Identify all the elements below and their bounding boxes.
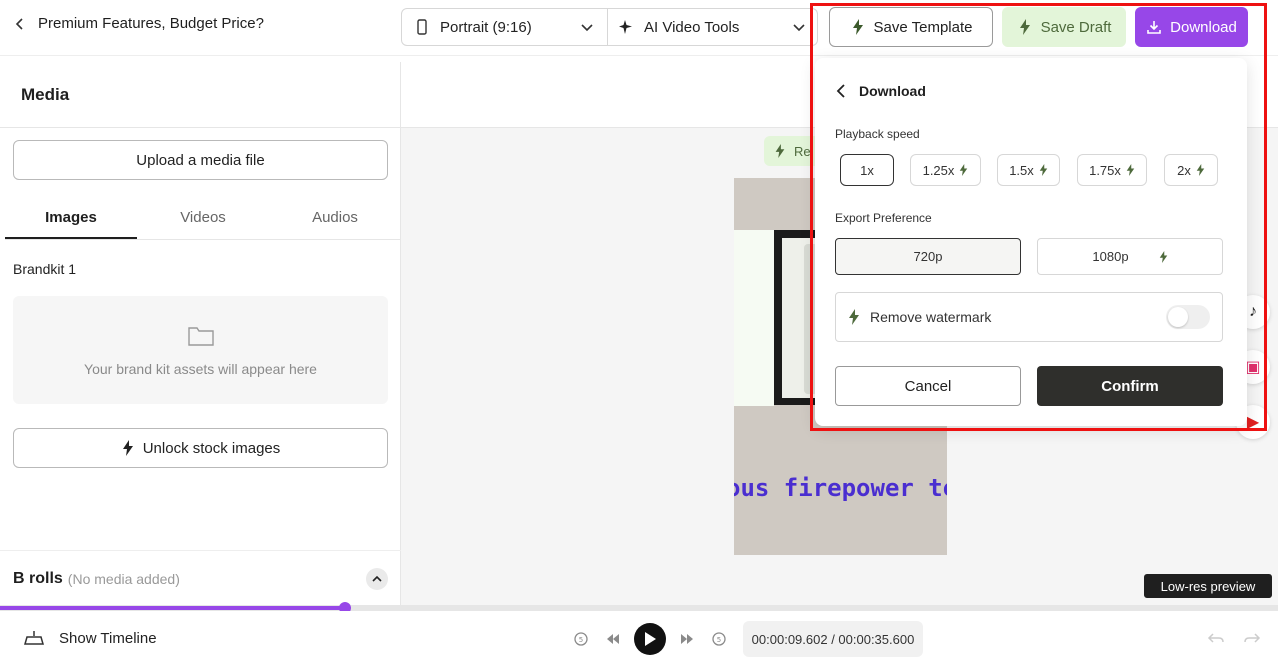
download-popover: Download Playback speed 1x 1.25x 1.5x 1.…: [815, 58, 1247, 426]
playback-controls: 5 5: [570, 623, 730, 655]
save-template-button[interactable]: Save Template: [829, 7, 993, 47]
brolls-subtitle: (No media added): [67, 570, 180, 587]
unlock-label: Unlock stock images: [142, 439, 281, 457]
phone-icon: [417, 19, 427, 35]
play-icon: [645, 632, 656, 646]
lowres-preview-badge: Low-res preview: [1144, 574, 1272, 598]
resolution-option-720p[interactable]: 720p: [835, 238, 1021, 275]
bolt-icon: [1039, 164, 1048, 176]
next-icon[interactable]: [676, 628, 698, 650]
speed-label: 1.75x: [1089, 162, 1121, 178]
chevron-up-icon: [372, 575, 382, 582]
timecode-display: 00:00:09.602 / 00:00:35.600: [743, 621, 923, 657]
download-button[interactable]: Download: [1135, 7, 1248, 47]
chevron-left-icon: [15, 17, 23, 30]
save-draft-label: Save Draft: [1040, 18, 1112, 36]
orientation-label: Portrait (9:16): [440, 18, 532, 36]
speed-label: 1x: [860, 162, 874, 178]
speed-label: 2x: [1177, 162, 1191, 178]
download-popover-title: Download: [859, 83, 926, 99]
bottom-bar: Show Timeline 5 5 00:00:09.602 / 00:00:3…: [0, 611, 1278, 669]
brolls-collapse-button[interactable]: [366, 567, 388, 590]
speed-option-1-5x[interactable]: 1.5x: [997, 154, 1060, 186]
download-label: Download: [1170, 18, 1237, 36]
forward-5-icon[interactable]: 5: [708, 628, 730, 650]
chevron-left-icon: [836, 84, 845, 98]
bolt-icon: [1159, 250, 1167, 263]
chevron-down-icon: [581, 24, 593, 32]
remove-watermark-label: Remove watermark: [870, 309, 992, 325]
bolt-icon: [1196, 164, 1205, 176]
bolt-icon: [852, 19, 863, 35]
previous-icon[interactable]: [602, 628, 624, 650]
save-draft-button[interactable]: Save Draft: [1002, 7, 1126, 47]
play-button[interactable]: [634, 623, 666, 655]
speed-option-2x[interactable]: 2x: [1164, 154, 1218, 186]
svg-text:5: 5: [579, 636, 583, 644]
svg-text:5: 5: [717, 636, 721, 644]
show-timeline-label: Show Timeline: [59, 629, 157, 647]
playback-speed-label: Playback speed: [835, 127, 920, 141]
chevron-down-icon: [793, 24, 805, 32]
brandkit-empty-state: Your brand kit assets will appear here: [13, 296, 388, 404]
confirm-button[interactable]: Confirm: [1037, 366, 1223, 406]
resolution-label: 720p: [913, 249, 943, 264]
ai-tools-select[interactable]: AI Video Tools: [608, 8, 818, 46]
project-title: Premium Features, Budget Price?: [38, 15, 264, 32]
resolution-label: 1080p: [1092, 249, 1129, 264]
speed-option-1-75x[interactable]: 1.75x: [1077, 154, 1147, 186]
brandkit-empty-text: Your brand kit assets will appear here: [84, 361, 317, 377]
bolt-icon: [849, 309, 859, 325]
bolt-icon: [122, 440, 133, 456]
remove-watermark-toggle[interactable]: [1166, 305, 1210, 329]
rewind-5-icon[interactable]: 5: [570, 628, 592, 650]
bolt-icon: [775, 144, 785, 158]
remove-watermark-row: Remove watermark: [835, 292, 1223, 342]
tab-images[interactable]: Images: [5, 202, 137, 239]
toggle-knob: [1168, 307, 1188, 327]
bolt-icon: [960, 164, 968, 176]
undo-icon[interactable]: [1207, 630, 1227, 648]
top-bar: Premium Features, Budget Price? Portrait…: [0, 0, 1278, 56]
tab-videos[interactable]: Videos: [137, 202, 269, 239]
orientation-select[interactable]: Portrait (9:16): [401, 8, 608, 46]
folder-icon: [187, 327, 214, 346]
cancel-button[interactable]: Cancel: [835, 366, 1021, 406]
bolt-icon: [1019, 19, 1030, 35]
speed-option-1x[interactable]: 1x: [840, 154, 894, 186]
media-panel-title: Media: [0, 62, 400, 128]
media-panel: Media Upload a media file Images Videos …: [0, 62, 401, 606]
download-popover-back[interactable]: Download: [835, 83, 926, 99]
save-template-label: Save Template: [873, 18, 973, 36]
sparkle-icon: [619, 20, 632, 34]
timeline-icon: [24, 631, 44, 645]
back-button[interactable]: Premium Features, Budget Price?: [12, 15, 264, 32]
upload-media-button[interactable]: Upload a media file: [13, 140, 388, 180]
brolls-section: B rolls (No media added): [0, 550, 401, 606]
brolls-title: B rolls: [13, 569, 63, 587]
video-caption: ous firepower to: [734, 474, 947, 502]
brandkit-title: Brandkit 1: [13, 261, 77, 277]
resolution-option-1080p[interactable]: 1080p: [1037, 238, 1223, 275]
unlock-stock-images-button[interactable]: Unlock stock images: [13, 428, 388, 468]
bolt-icon: [1126, 164, 1135, 176]
show-timeline-button[interactable]: Show Timeline: [23, 629, 157, 647]
tab-audios[interactable]: Audios: [269, 202, 401, 239]
preview-side-panel: [734, 230, 774, 406]
redo-icon[interactable]: [1243, 630, 1263, 648]
speed-option-1-25x[interactable]: 1.25x: [910, 154, 981, 186]
download-icon: [1147, 21, 1161, 34]
ai-tools-label: AI Video Tools: [644, 18, 740, 36]
media-tabs: Images Videos Audios: [5, 202, 401, 240]
export-preference-label: Export Preference: [835, 211, 932, 225]
progress-fill: [0, 606, 346, 610]
speed-label: 1.5x: [1009, 162, 1034, 178]
speed-label: 1.25x: [922, 162, 955, 178]
regenerate-label: Re: [794, 143, 811, 159]
